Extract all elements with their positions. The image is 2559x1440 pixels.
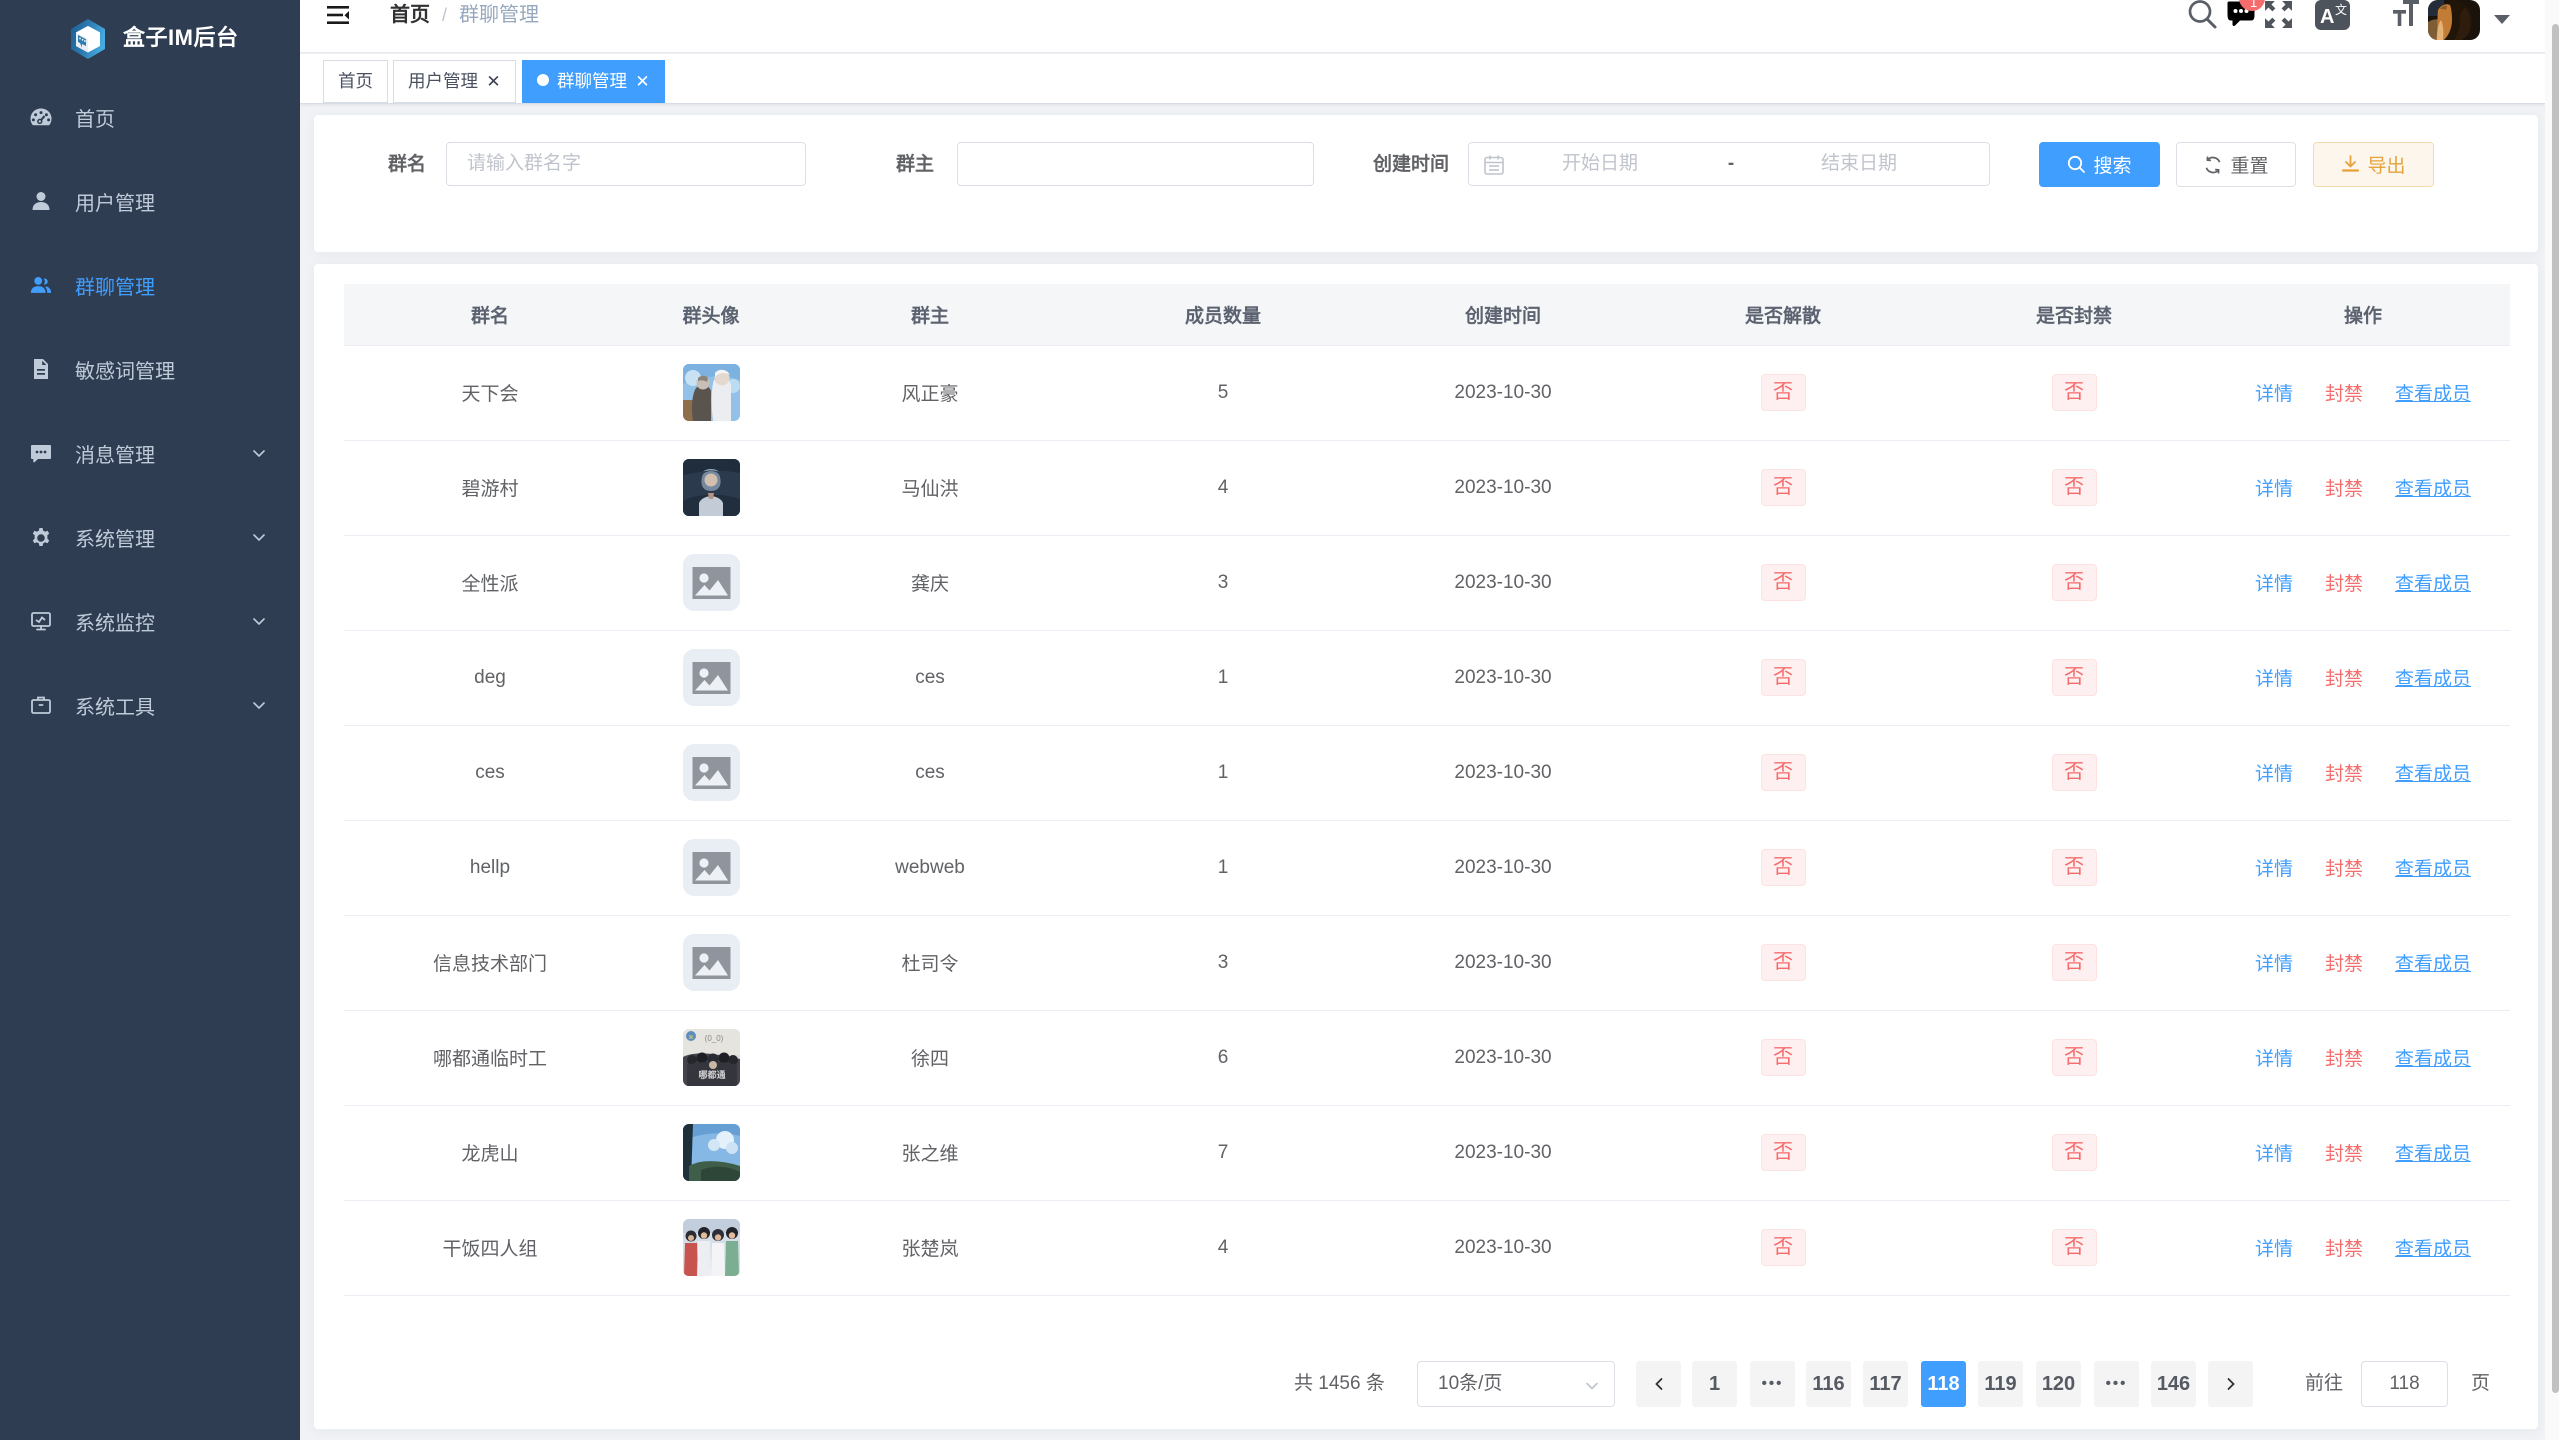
svg-text:A: A — [2320, 6, 2334, 28]
svg-text:哪都通: 哪都通 — [698, 1069, 725, 1080]
svg-text:文: 文 — [2335, 2, 2347, 17]
svg-text:1: 1 — [2250, 0, 2257, 10]
svg-text:(0_0): (0_0) — [704, 1034, 723, 1043]
svg-text:ж: ж — [688, 1034, 693, 1041]
